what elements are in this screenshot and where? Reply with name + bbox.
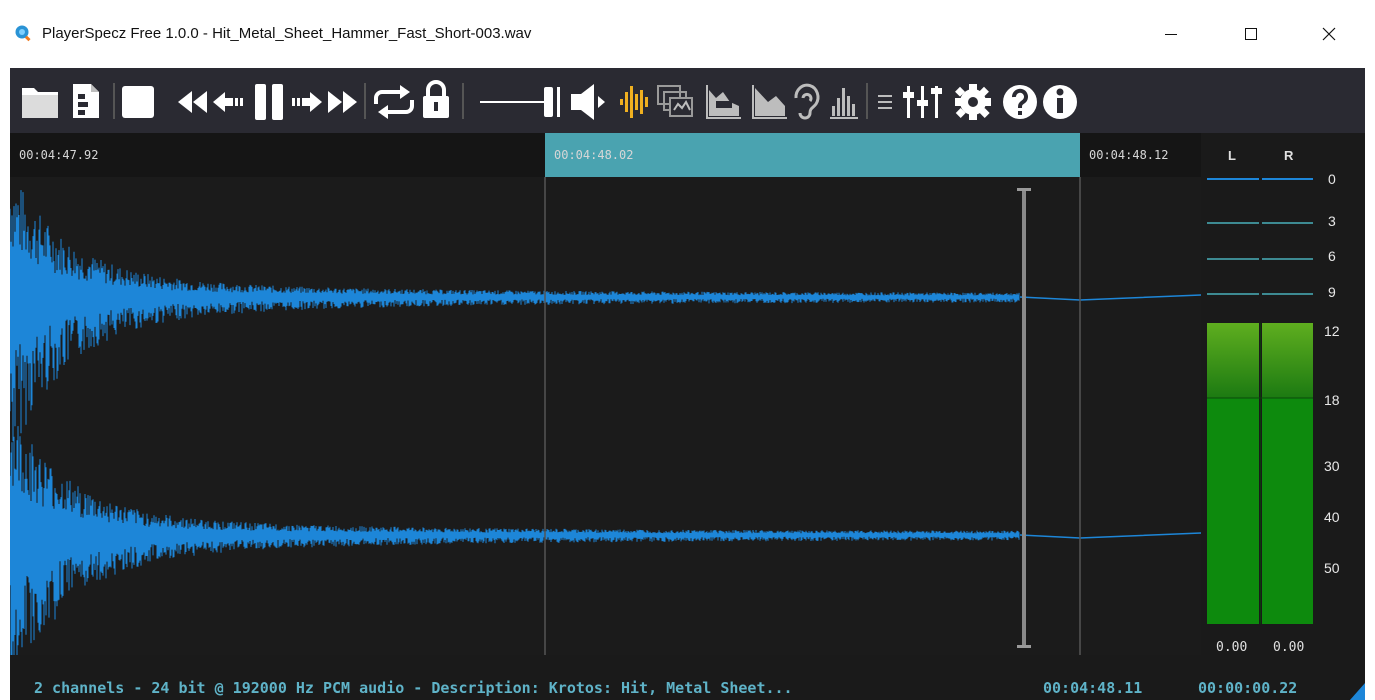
meter-scale-40: 40 xyxy=(1324,509,1340,525)
meter-scale-30: 30 xyxy=(1324,458,1340,474)
mixer-icon[interactable] xyxy=(903,86,942,118)
maximize-button[interactable] xyxy=(1228,14,1274,54)
close-icon xyxy=(1322,27,1336,41)
meter-value-right: 0.00 xyxy=(1273,640,1305,655)
stop-icon[interactable] xyxy=(122,86,154,118)
info-icon[interactable] xyxy=(1043,85,1077,119)
timeline-end-time: 00:04:48.12 xyxy=(1089,148,1169,162)
settings-icon[interactable] xyxy=(955,84,991,120)
maximize-icon xyxy=(1245,28,1257,40)
window-border-right xyxy=(1365,68,1375,700)
ear-icon[interactable] xyxy=(794,83,820,120)
window-border-left xyxy=(0,68,10,700)
timeline-selection-time: 00:04:48.02 xyxy=(554,148,634,162)
timeline-ruler[interactable]: 00:04:47.92 00:04:48.02 00:04:48.12 xyxy=(10,133,1201,177)
minimize-icon xyxy=(1165,34,1177,35)
title-bar: PlayerSpecz Free 1.0.0 - Hit_Metal_Sheet… xyxy=(0,0,1375,68)
meter-scale-3: 3 xyxy=(1328,213,1336,229)
multi-view-icon[interactable] xyxy=(657,85,693,117)
app-logo-icon xyxy=(15,25,31,42)
meter-scale-6: 6 xyxy=(1328,248,1336,264)
resize-grip-icon[interactable] xyxy=(1350,683,1365,700)
status-duration: 00:00:00.22 xyxy=(1198,679,1298,697)
meter-scale-9: 9 xyxy=(1328,284,1336,300)
window-title: PlayerSpecz Free 1.0.0 - Hit_Metal_Sheet… xyxy=(42,25,532,42)
meter-peak-lines xyxy=(1207,178,1313,295)
speaker-icon[interactable] xyxy=(571,84,605,120)
histogram-icon[interactable] xyxy=(830,88,858,119)
status-file-info: 2 channels - 24 bit @ 192000 Hz PCM audi… xyxy=(34,679,793,697)
fast-forward-icon[interactable] xyxy=(328,91,357,113)
step-back-icon[interactable] xyxy=(213,92,243,112)
lock-icon[interactable] xyxy=(423,80,449,118)
meter-header: L R xyxy=(1201,133,1365,177)
meter-value-left: 0.00 xyxy=(1216,640,1248,655)
rewind-icon[interactable] xyxy=(178,91,207,113)
meter-scale-18: 18 xyxy=(1324,392,1340,408)
waveform-view-icon[interactable] xyxy=(620,86,648,118)
meter-bar-right xyxy=(1262,323,1313,624)
loop-icon[interactable] xyxy=(374,85,414,119)
status-bar: 2 channels - 24 bit @ 192000 Hz PCM audi… xyxy=(10,675,1365,700)
spectrum-view-icon[interactable] xyxy=(706,85,741,119)
meter-scale-50: 50 xyxy=(1324,560,1340,576)
area-view-icon[interactable] xyxy=(752,85,787,119)
open-folder-icon[interactable] xyxy=(22,88,58,118)
status-position: 00:04:48.11 xyxy=(1043,679,1143,697)
meter-channel-right: R xyxy=(1284,148,1294,163)
open-file-icon[interactable] xyxy=(73,84,99,118)
pause-icon[interactable] xyxy=(255,84,283,120)
level-meter: 0 3 6 9 12 18 30 40 50 xyxy=(1201,171,1365,655)
meter-bar-left xyxy=(1207,323,1259,624)
close-button[interactable] xyxy=(1306,14,1352,54)
timeline-start-time: 00:04:47.92 xyxy=(19,148,99,162)
help-icon[interactable] xyxy=(1003,85,1037,119)
volume-slider-icon[interactable] xyxy=(480,87,560,117)
meter-channel-left: L xyxy=(1228,148,1236,163)
minimize-button[interactable] xyxy=(1148,14,1194,54)
waveform-display[interactable] xyxy=(9,177,1202,679)
meter-scale-0: 0 xyxy=(1328,171,1336,187)
menu-icon[interactable] xyxy=(878,95,892,109)
toolbar xyxy=(10,68,1365,133)
step-forward-icon[interactable] xyxy=(292,92,322,112)
meter-scale-12: 12 xyxy=(1324,323,1340,339)
